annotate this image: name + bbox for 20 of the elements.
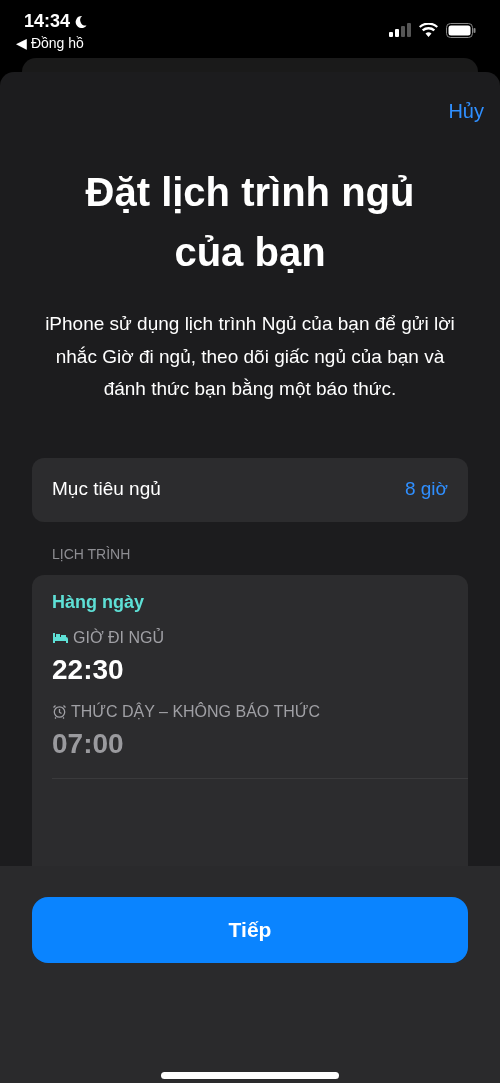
alarm-clock-icon (52, 704, 67, 719)
schedule-label: GIỜ ĐI NGỦ (73, 627, 165, 648)
wifi-icon (419, 23, 438, 37)
sleep-goal-label: Mục tiêu ngủ (52, 477, 161, 502)
schedule-label: THỨC DẬY – KHÔNG BÁO THỨC (71, 701, 320, 722)
sleep-goal-value: 8 giờ (404, 477, 448, 502)
next-button[interactable]: Tiếp (32, 897, 468, 963)
schedule-days: Hàng ngày (52, 588, 468, 616)
sheet-title: Đặt lịch trình ngủ của bạn (84, 169, 416, 276)
sleep-goal-row[interactable]: Mục tiêu ngủ 8 giờ (32, 457, 468, 522)
status-time: 14:34 (24, 10, 71, 33)
sheet-description: iPhone sử dụng lịch trình Ngủ của bạn để gửi lời nhắc Giờ đi ngủ, theo dõi giấc ngủ của bạn và đánh thức bạn bằng một báo thức. (44, 312, 456, 401)
section-header: LỊCH TRÌNH (52, 544, 132, 564)
schedule-time: 22:30 (52, 652, 125, 687)
battery-icon (446, 22, 476, 38)
bed-icon (52, 631, 69, 644)
back-link[interactable]: ◀ Đồng hồ (16, 33, 88, 54)
cancel-button[interactable]: Hủy (448, 96, 484, 126)
schedule-time: 07:00 (52, 726, 125, 761)
signal-icon (389, 23, 411, 37)
